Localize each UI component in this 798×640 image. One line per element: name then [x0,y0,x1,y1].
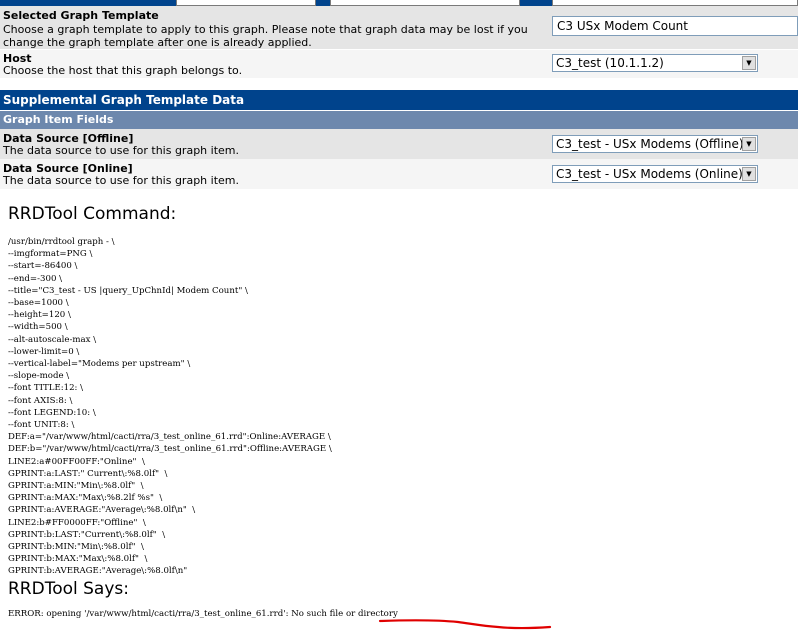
chevron-down-icon[interactable]: ▼ [742,137,756,151]
ds-online-description: The data source to use for this graph it… [3,174,239,187]
red-underline-annotation [378,619,552,630]
chevron-down-icon[interactable]: ▼ [742,167,756,181]
host-select[interactable]: C3_test (10.1.1.2) ▼ [552,54,758,72]
rrdtool-says-heading: RRDTool Says: [8,579,129,599]
ds-offline-row: Data Source [Offline] The data source to… [0,129,798,159]
ds-online-select[interactable]: C3_test - USx Modems (Online) ▼ [552,165,758,183]
rrdtool-error-message: ERROR: opening '/var/www/html/cacti/rra/… [8,609,398,619]
host-select-value: C3_test (10.1.1.2) [556,56,664,70]
ds-online-row: Data Source [Online] The data source to … [0,159,798,189]
rrdtool-command-heading: RRDTool Command: [8,204,177,224]
graph-template-row: Selected Graph Template Choose a graph t… [0,6,798,49]
host-description: Choose the host that this graph belongs … [3,64,243,77]
ds-offline-description: The data source to use for this graph it… [3,144,239,157]
chevron-down-icon[interactable]: ▼ [742,56,756,70]
ds-online-select-value: C3_test - USx Modems (Online) [556,167,743,181]
rrdtool-command-text: /usr/bin/rrdtool graph - \ --imgformat=P… [8,237,332,577]
graph-template-description: Choose a graph template to apply to this… [3,23,528,49]
rrdtool-error-prefix: ERROR: opening '/var/www/html/cacti/rra/… [8,609,292,619]
ds-offline-select-value: C3_test - USx Modems (Offline) [556,137,744,151]
graph-template-select[interactable]: C3 USx Modem Count [552,16,798,36]
host-row: Host Choose the host that this graph bel… [0,49,798,78]
graph-item-fields-subheader: Graph Item Fields [0,111,798,129]
ds-offline-select[interactable]: C3_test - USx Modems (Offline) ▼ [552,135,758,153]
graph-template-label: Selected Graph Template [3,9,159,22]
supplemental-section-header: Supplemental Graph Template Data [0,90,798,110]
